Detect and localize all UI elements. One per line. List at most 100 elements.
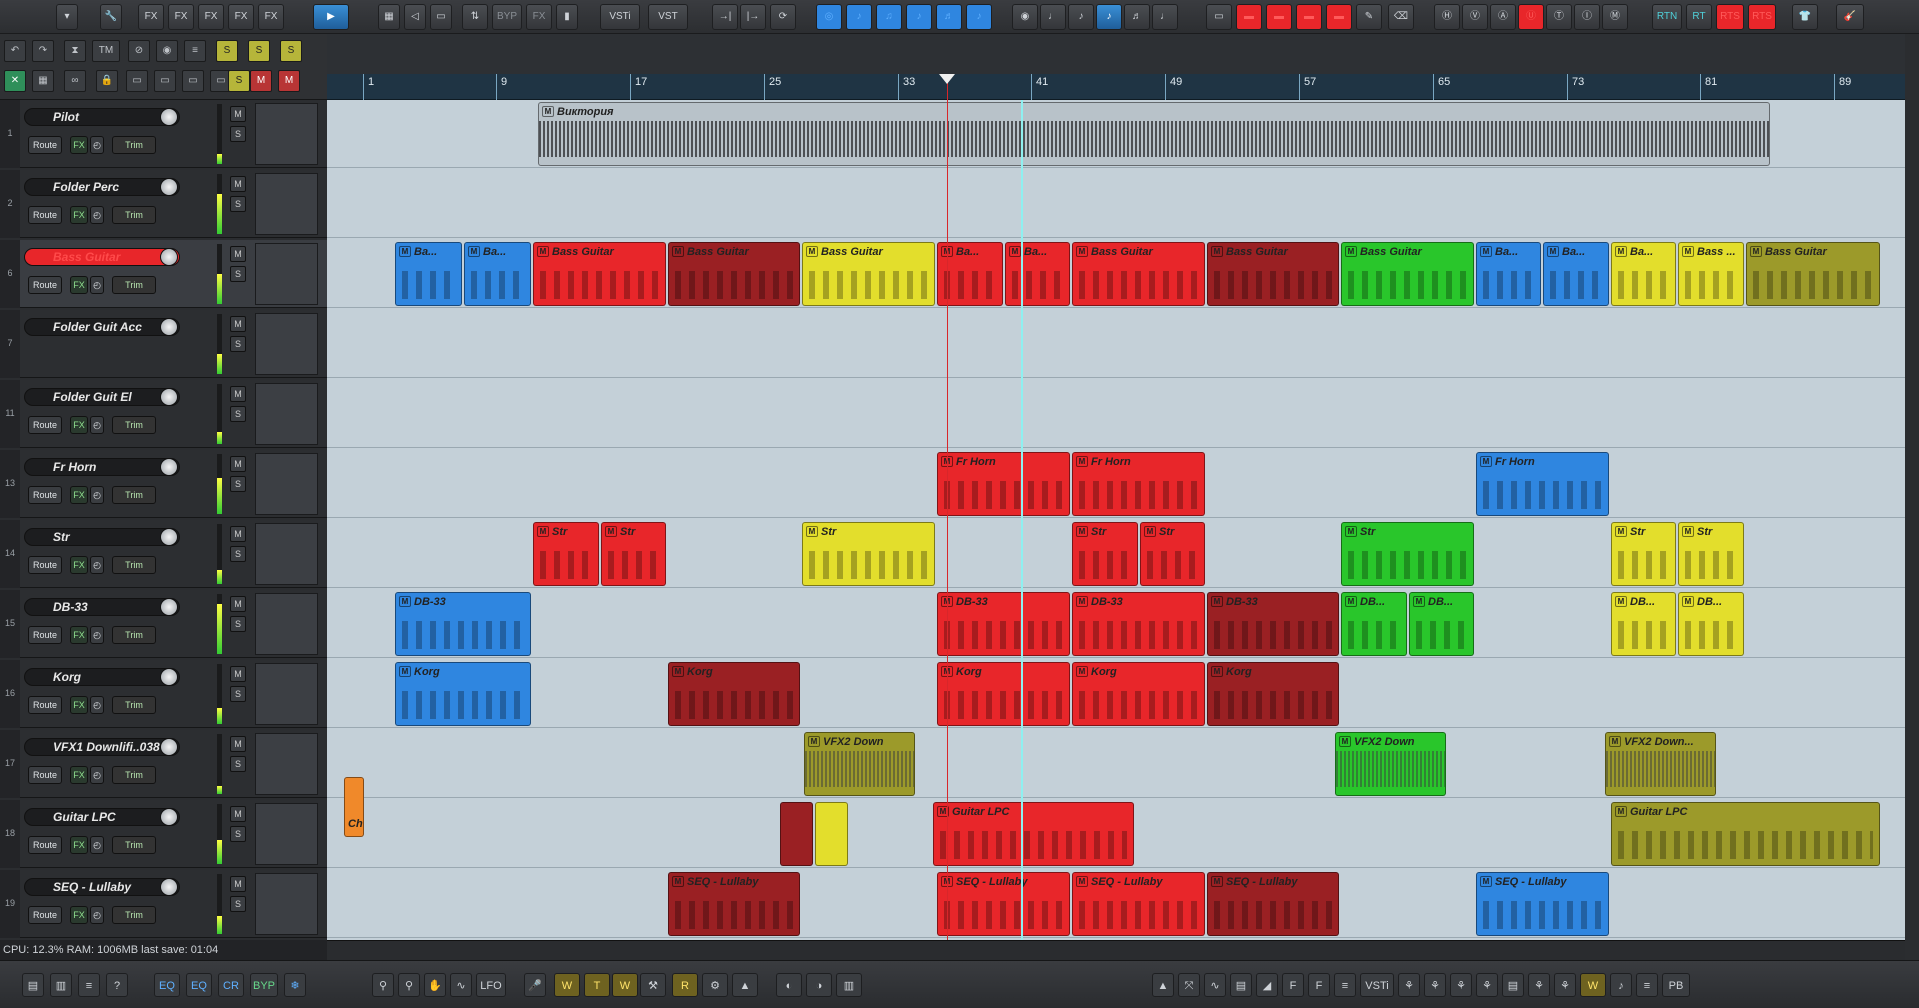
- trim-button[interactable]: Trim: [112, 626, 156, 644]
- fx-slot-2-button[interactable]: FX: [168, 4, 194, 30]
- power-icon[interactable]: ◴: [90, 696, 104, 714]
- trim-button[interactable]: Trim: [112, 486, 156, 504]
- rt-button[interactable]: RT: [1686, 4, 1712, 30]
- env-icon[interactable]: ◢: [1256, 973, 1278, 997]
- cr-button[interactable]: CR: [218, 973, 244, 997]
- track-name[interactable]: Folder Guit Acc: [24, 318, 180, 336]
- solo-tool-icon[interactable]: S: [228, 70, 250, 92]
- route-button[interactable]: Route: [28, 486, 62, 504]
- waves-2-icon[interactable]: W: [1580, 973, 1606, 997]
- mute-button[interactable]: M: [230, 526, 246, 542]
- fx-button[interactable]: FX: [70, 416, 88, 434]
- metronome-small-icon[interactable]: ⧗: [64, 40, 86, 62]
- stack-icon[interactable]: ▤: [1502, 973, 1524, 997]
- fx-button[interactable]: FX: [70, 696, 88, 714]
- tree-6-icon[interactable]: ⚘: [1554, 973, 1576, 997]
- i-zoom-icon[interactable]: Ⓘ: [1574, 4, 1600, 30]
- tool-1-icon[interactable]: ⚲: [372, 973, 394, 997]
- volume-knob[interactable]: [160, 808, 178, 826]
- track-name[interactable]: DB-33: [24, 598, 180, 616]
- midi-clip[interactable]: M Guitar LPC: [933, 802, 1134, 866]
- trim-button[interactable]: Trim: [112, 276, 156, 294]
- route-button[interactable]: Route: [28, 766, 62, 784]
- clip-edit-2-icon[interactable]: ▬: [1236, 4, 1262, 30]
- midi-clip[interactable]: M DB...: [1678, 592, 1744, 656]
- vertical-scrollbar[interactable]: [1905, 100, 1919, 940]
- solo-button[interactable]: S: [230, 896, 246, 912]
- playhead-line[interactable]: [947, 74, 948, 940]
- midi-clip[interactable]: MBa...: [395, 242, 462, 306]
- real-tune-icon[interactable]: R: [672, 973, 698, 997]
- mute-button[interactable]: M: [230, 316, 246, 332]
- arrange-view[interactable]: M Виктория M Ba... M Ba... M Bass Guitar M Ba…: [327, 100, 1905, 940]
- solo-button[interactable]: S: [230, 756, 246, 772]
- mute-button[interactable]: M: [230, 106, 246, 122]
- punch-in-icon[interactable]: →|: [712, 4, 738, 30]
- tune-icon[interactable]: T: [584, 973, 610, 997]
- midi-clip[interactable]: M Bass Guitar: [1341, 242, 1474, 306]
- gear-icon[interactable]: ⚙: [702, 973, 728, 997]
- m-zoom-icon[interactable]: Ⓜ: [1602, 4, 1628, 30]
- midi-clip[interactable]: MBa...: [1543, 242, 1609, 306]
- route-button[interactable]: Route: [28, 556, 62, 574]
- midi-clip[interactable]: M Str: [533, 522, 599, 586]
- fx-slot-4-button[interactable]: FX: [228, 4, 254, 30]
- grid-off-icon[interactable]: ◉: [1012, 4, 1038, 30]
- track-header[interactable]: 14 A Str Route FX ◴ Trim M S: [0, 520, 327, 588]
- solo-button[interactable]: S: [230, 616, 246, 632]
- midi-clip[interactable]: M DB...: [1341, 592, 1407, 656]
- trim-button[interactable]: Trim: [112, 836, 156, 854]
- solo-button[interactable]: S: [230, 266, 246, 282]
- mute-button[interactable]: M: [230, 666, 246, 682]
- volume-knob[interactable]: [160, 458, 178, 476]
- trim-button[interactable]: Trim: [112, 206, 156, 224]
- track-header[interactable]: 17 A VFX1 Downlifi..038 Route FX ◴ Trim …: [0, 730, 327, 798]
- battery-icon[interactable]: ▮: [556, 4, 578, 30]
- route-button[interactable]: Route: [28, 136, 62, 154]
- volume-knob[interactable]: [160, 248, 178, 266]
- list-2-icon[interactable]: ≡: [1334, 973, 1356, 997]
- track-name[interactable]: Bass Guitar: [24, 248, 180, 266]
- track-header[interactable]: 16 A Korg Route FX ◴ Trim M S: [0, 660, 327, 728]
- volume-knob[interactable]: [160, 388, 178, 406]
- power-icon[interactable]: ◴: [90, 836, 104, 854]
- track-name[interactable]: Korg: [24, 668, 180, 686]
- midi-clip[interactable]: M Str: [601, 522, 666, 586]
- mute-button[interactable]: M: [230, 176, 246, 192]
- tree-3-icon[interactable]: ⚘: [1450, 973, 1472, 997]
- track-header[interactable]: 15 A DB-33 Route FX ◴ Trim M S: [0, 590, 327, 658]
- shirt-icon[interactable]: 👕: [1792, 4, 1818, 30]
- midi-clip[interactable]: MFr Horn: [1072, 452, 1205, 516]
- list-icon[interactable]: ≡: [184, 40, 206, 62]
- midi-clip[interactable]: Ch: [344, 777, 364, 837]
- a-zoom-icon[interactable]: Ⓐ: [1490, 4, 1516, 30]
- solo-all-icon[interactable]: S: [216, 40, 238, 62]
- lines-icon[interactable]: ≡: [1636, 973, 1658, 997]
- note-4-icon[interactable]: ♬: [1124, 4, 1150, 30]
- help-icon[interactable]: ?: [106, 973, 128, 997]
- track-name[interactable]: Fr Horn: [24, 458, 180, 476]
- mute-icon[interactable]: ◁: [404, 4, 426, 30]
- fx-button[interactable]: FX: [70, 906, 88, 924]
- folder-2-icon[interactable]: ▭: [154, 70, 176, 92]
- midi-clip[interactable]: MBa...: [1611, 242, 1676, 306]
- midi-clip[interactable]: MDB-33: [1207, 592, 1339, 656]
- piano-icon[interactable]: ▥: [836, 973, 862, 997]
- menu-dropdown-button[interactable]: ▾: [56, 4, 78, 30]
- tree-5-icon[interactable]: ⚘: [1528, 973, 1550, 997]
- fx-button[interactable]: FX: [70, 836, 88, 854]
- fx-button[interactable]: FX: [70, 766, 88, 784]
- blue-logo-icon[interactable]: ◑: [806, 973, 832, 997]
- audio-clip[interactable]: M VFX2 Down...: [1605, 732, 1716, 796]
- note-3-icon[interactable]: ♪: [1096, 4, 1122, 30]
- midi-clip[interactable]: M Bass Guitar: [1746, 242, 1880, 306]
- volume-knob[interactable]: [160, 528, 178, 546]
- power-icon[interactable]: ◴: [90, 486, 104, 504]
- insert-icon[interactable]: ⇅: [462, 4, 488, 30]
- mute-all-icon[interactable]: M: [250, 70, 272, 92]
- fx-button[interactable]: FX: [70, 556, 88, 574]
- list-icon[interactable]: ≡: [78, 973, 100, 997]
- v-zoom-icon[interactable]: Ⓥ: [1462, 4, 1488, 30]
- midi-clip[interactable]: M Bass Guitar: [668, 242, 800, 306]
- clip-edit-5-icon[interactable]: ▬: [1326, 4, 1352, 30]
